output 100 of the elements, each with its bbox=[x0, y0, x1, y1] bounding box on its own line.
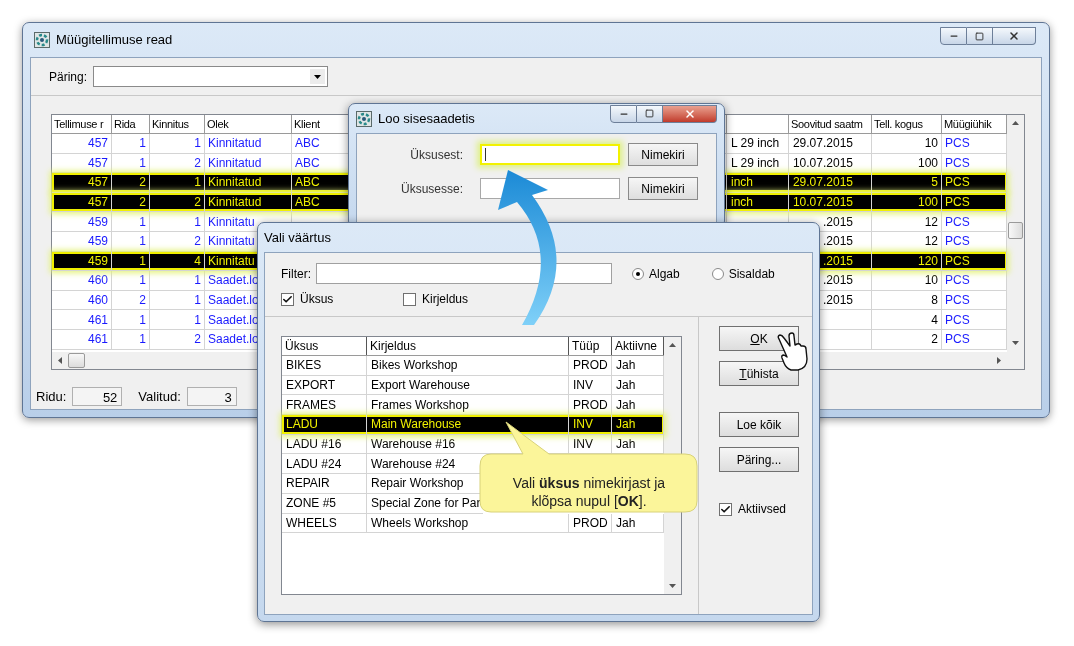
field-label: Üksusesse: bbox=[399, 180, 463, 198]
dialog-title: Vali väärtus bbox=[264, 228, 331, 247]
table-cell-text: 460 bbox=[87, 292, 108, 310]
table-cell-text: PCS bbox=[945, 233, 970, 251]
list-cell-text: EXPORT bbox=[286, 377, 336, 395]
status-label: Ridu: bbox=[36, 387, 67, 406]
table-cell-text: Saadet.lo bbox=[208, 272, 259, 290]
table-cell-text: Kinnitatu bbox=[208, 233, 255, 251]
table-cell-text: 461 bbox=[87, 311, 108, 329]
list-cell-text: LADU #16 bbox=[286, 436, 342, 454]
table-cell-text: 2 bbox=[139, 292, 146, 310]
list-cell-text: WHEELS bbox=[286, 514, 337, 532]
list-cell-text: Export Warehouse bbox=[371, 377, 470, 395]
list-cell-text: LADU #24 bbox=[286, 455, 342, 473]
table-cell-text: 461 bbox=[87, 331, 108, 349]
table-cell-text: 2 bbox=[139, 174, 146, 192]
table-cell-text: ABC bbox=[295, 174, 320, 192]
table-cell-text: Kinnitatud bbox=[208, 194, 262, 212]
table-cell-text: 1 bbox=[194, 174, 201, 192]
table-cell-text: PCS bbox=[945, 194, 970, 212]
table-cell-text: 120 bbox=[917, 252, 938, 270]
table-cell-text: Saadet.lo bbox=[208, 311, 259, 329]
table-cell-text: 457 bbox=[87, 154, 108, 172]
table-cell-text: 457 bbox=[87, 135, 108, 153]
list-cell-text: Bikes Workshop bbox=[371, 357, 458, 375]
table-cell-text: 10 bbox=[924, 272, 938, 290]
table-cell-text: 1 bbox=[194, 272, 201, 290]
checkbox-label: Kirjeldus bbox=[422, 291, 469, 308]
table-cell-text: PCS bbox=[945, 311, 970, 329]
list-cell-text: ZONE #5 bbox=[286, 495, 336, 513]
table-cell-text: ABC bbox=[295, 154, 320, 172]
table-cell-text: 459 bbox=[87, 213, 108, 231]
list-cell-text: INV bbox=[573, 377, 593, 395]
table-cell-text: 2 bbox=[931, 331, 938, 349]
table-cell-text: PCS bbox=[945, 213, 970, 231]
table-cell-text: 1 bbox=[194, 311, 201, 329]
list-cell-text: INV bbox=[573, 416, 593, 434]
filter-label: Filter: bbox=[281, 265, 311, 283]
table-cell-text: 100 bbox=[917, 194, 938, 212]
checkbox-label: Aktiivsed bbox=[738, 501, 787, 518]
status-label: Valitud: bbox=[138, 387, 181, 406]
table-cell-text: 12 bbox=[924, 213, 938, 231]
list-cell-text: PROD bbox=[573, 514, 608, 532]
table-cell-text: 1 bbox=[139, 154, 146, 172]
table-cell-text: PCS bbox=[945, 331, 970, 349]
table-cell-text: Kinnitatud bbox=[208, 135, 262, 153]
list-cell-text: Jah bbox=[616, 436, 636, 454]
table-cell-text: .2015 bbox=[822, 272, 853, 290]
table-cell-text: .2015 bbox=[822, 233, 853, 251]
table-cell-text: 29.07.2015 bbox=[792, 174, 853, 192]
table-cell-text: ABC bbox=[295, 135, 320, 153]
list-cell-text: LADU bbox=[286, 416, 318, 434]
list-cell-text: Jah bbox=[616, 416, 636, 434]
list-cell-text: Jah bbox=[616, 377, 636, 395]
table-cell-text: inch bbox=[731, 194, 753, 212]
table-cell-text: 460 bbox=[87, 272, 108, 290]
status-value: 3 bbox=[186, 386, 237, 406]
dialog-title: Loo sisesaadetis bbox=[378, 109, 475, 128]
table-cell-text: 5 bbox=[931, 174, 938, 192]
table-cell-text: PCS bbox=[945, 154, 970, 172]
table-cell-text: 4 bbox=[194, 252, 201, 270]
table-cell-text: 1 bbox=[194, 135, 201, 153]
list-cell-text: Frames Workshop bbox=[371, 396, 469, 414]
table-cell-text: 2 bbox=[194, 154, 201, 172]
table-cell-text: Kinnitatud bbox=[208, 174, 262, 192]
table-cell-text: 1 bbox=[139, 233, 146, 251]
list-cell-text: Wheels Workshop bbox=[371, 514, 469, 532]
table-cell-text: PCS bbox=[945, 174, 970, 192]
table-cell-text: Saadet.lo bbox=[208, 292, 259, 310]
table-cell-text: PCS bbox=[945, 272, 970, 290]
table-cell-text: 8 bbox=[931, 292, 938, 310]
table-cell-text: 1 bbox=[139, 331, 146, 349]
tooltip-text: Vali üksus nimekirjast ja klõpsa nupul [OK]. bbox=[511, 474, 667, 510]
list-cell-text: REPAIR bbox=[286, 475, 330, 493]
table-cell-text: 1 bbox=[139, 252, 146, 270]
query-label: Päring: bbox=[49, 68, 88, 86]
list-cell-text: INV bbox=[573, 436, 593, 454]
table-cell-text: 100 bbox=[917, 154, 938, 172]
checkbox-label: Üksus bbox=[300, 291, 334, 308]
list-cell-text: Special Zone for Par bbox=[371, 495, 481, 513]
table-cell-text: 10.07.2015 bbox=[792, 154, 853, 172]
table-cell-text: PCS bbox=[945, 292, 970, 310]
table-cell-text: 1 bbox=[139, 135, 146, 153]
table-cell-text: 2 bbox=[139, 194, 146, 212]
list-cell-text: PROD bbox=[573, 396, 608, 414]
list-cell-text: Warehouse #24 bbox=[371, 455, 456, 473]
table-cell-text: 2 bbox=[194, 233, 201, 251]
table-cell-text: 2 bbox=[194, 331, 201, 349]
table-cell-text: 1 bbox=[194, 292, 201, 310]
table-cell-text: L 29 inch bbox=[731, 135, 780, 153]
table-cell-text: 4 bbox=[931, 311, 938, 329]
table-cell-text: Saadet.lo bbox=[208, 331, 259, 349]
table-cell-text: PCS bbox=[945, 252, 970, 270]
table-cell-text: .2015 bbox=[822, 252, 853, 270]
table-cell-text: 1 bbox=[139, 272, 146, 290]
table-cell-text: 459 bbox=[87, 233, 108, 251]
list-cell-text: Repair Workshop bbox=[371, 475, 464, 493]
table-cell-text: 1 bbox=[139, 311, 146, 329]
status-value: 52 bbox=[72, 386, 123, 406]
window-title: Müügitellimuse read bbox=[56, 31, 173, 50]
